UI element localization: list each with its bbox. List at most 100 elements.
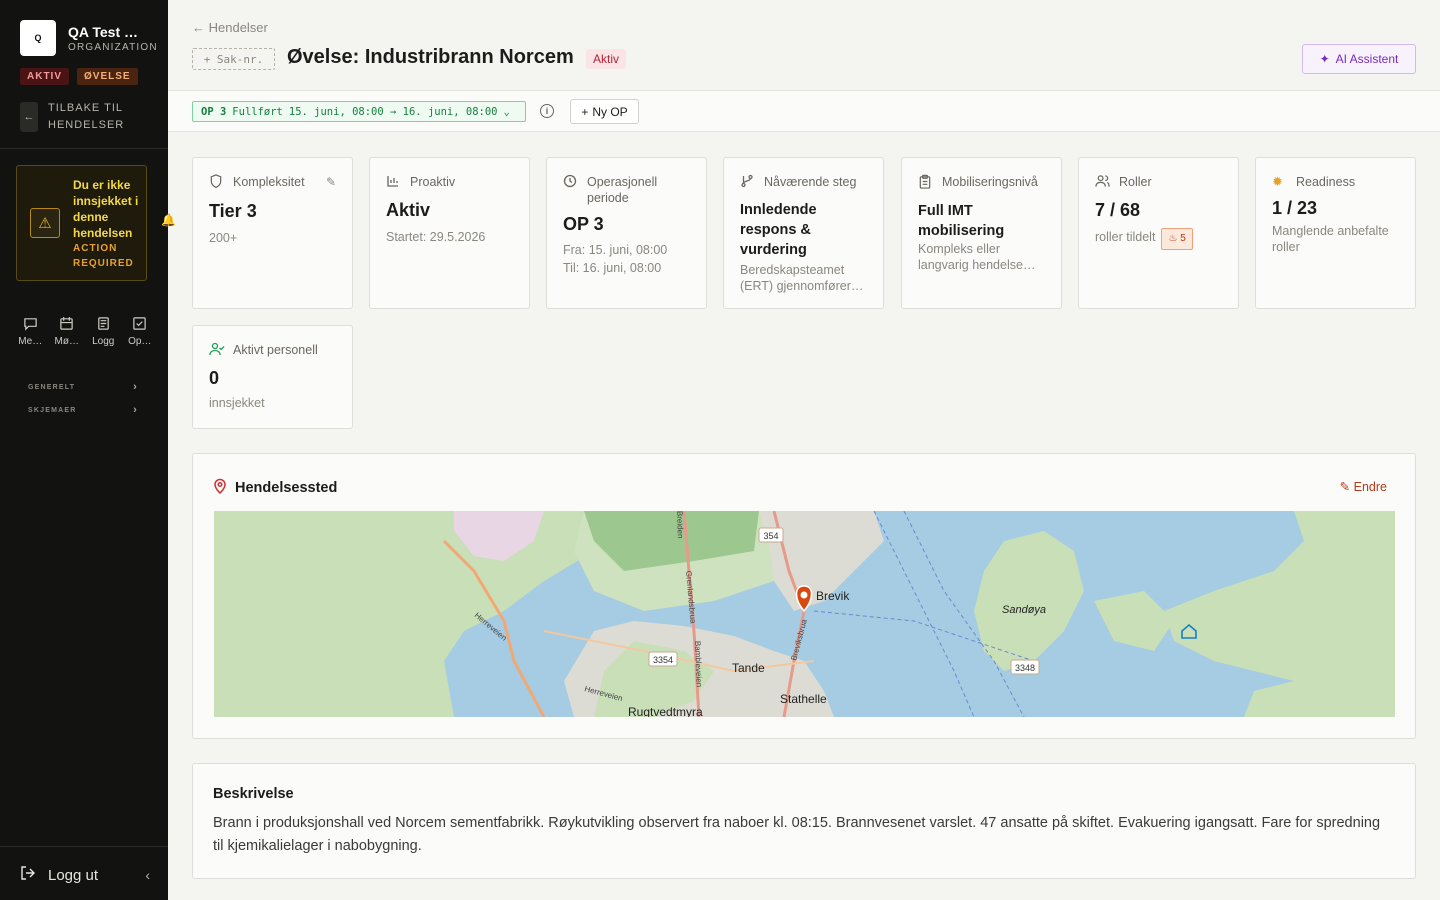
flame-icon: ♨: [1168, 233, 1178, 244]
new-op-button[interactable]: + Ny OP: [570, 99, 639, 124]
section-skjemaer[interactable]: SKJEMAER ›: [28, 404, 138, 416]
calendar-icon: [59, 316, 74, 332]
divider: [0, 846, 168, 847]
card-complexity[interactable]: Kompleksitet ✎ Tier 3 200+: [192, 157, 353, 309]
pencil-icon[interactable]: ✎: [326, 174, 336, 193]
back-to-incidents-link[interactable]: ← TILBAKE TIL HENDELSER: [20, 100, 140, 134]
status-badge: Aktiv: [586, 49, 627, 69]
card-label: Operasjonell periode: [587, 175, 658, 205]
sidebar: Q QA Test … ORGANIZATION AKTIV ØVELSE ← …: [0, 0, 176, 900]
incident-map[interactable]: 354 3354 3348 Brevik Sandøya Tande Stath…: [214, 511, 1395, 717]
card-label: Mobiliseringsnivå: [942, 175, 1038, 189]
chevron-right-icon: ›: [133, 404, 138, 416]
op-range: 15. juni, 08:00 → 16. juni, 08:00: [288, 105, 498, 118]
card-value: Innledende respons & vurdering: [740, 202, 817, 258]
description-panel: Beskrivelse Brann i produksjonshall ved …: [192, 763, 1416, 879]
section-generelt[interactable]: GENERELT ›: [28, 381, 138, 393]
card-value: Full IMT mobilisering: [918, 203, 1005, 239]
edit-location-button[interactable]: ✎ Endre: [1340, 479, 1387, 494]
fire-alert-badge[interactable]: ♨ 5: [1161, 228, 1193, 250]
shield-icon: [209, 174, 225, 193]
card-to: Til: 16. juni, 08:00: [563, 261, 662, 275]
clock-icon: [563, 174, 579, 206]
card-label: Aktivt personell: [233, 343, 318, 357]
task-check-icon: [132, 316, 147, 332]
message-icon: [23, 316, 38, 332]
info-icon[interactable]: i: [540, 104, 554, 118]
card-value: 7 / 68: [1095, 200, 1141, 220]
warning-text: Du er ikke innsjekket i denne hendelsen: [73, 178, 139, 240]
card-current-step[interactable]: Nåværende steg Innledende respons & vurd…: [723, 157, 884, 309]
card-sub: Manglende anbefalte roller: [1272, 224, 1389, 254]
ai-assistant-button[interactable]: ✦ AI Assistent: [1302, 44, 1416, 74]
logout-button[interactable]: Logg ut ‹: [20, 865, 150, 885]
users-icon: [1095, 174, 1111, 192]
divider: [0, 148, 168, 149]
card-label: Proaktiv: [410, 175, 456, 189]
map-label-town: Brevik: [816, 589, 850, 603]
checkin-warning[interactable]: ⚠ Du er ikke innsjekket i denne hendelse…: [16, 165, 147, 281]
section-label: SKJEMAER: [28, 407, 77, 414]
card-sub: Beredskapsteamet (ERT) gjennomfører…: [740, 263, 864, 293]
map-pin-icon: [213, 478, 227, 497]
card-op-period[interactable]: Operasjonell periode OP 3 Fra: 15. juni,…: [546, 157, 707, 309]
chevron-down-icon: ⌄: [503, 105, 510, 118]
chevron-right-icon: ›: [133, 381, 138, 393]
org-name: QA Test …: [68, 23, 139, 40]
nav-item-tasks[interactable]: Op…: [122, 316, 159, 347]
card-sub: Kompleks eller langvarig hendelse…: [918, 242, 1036, 272]
org-logo: Q: [20, 20, 56, 56]
card-value: OP 3: [563, 214, 604, 234]
card-label: Nåværende steg: [764, 175, 857, 189]
logout-label: Logg ut: [48, 866, 99, 884]
map-label-town: Tande: [732, 661, 765, 675]
card-label: Roller: [1119, 175, 1152, 189]
nav-label: Mø…: [54, 336, 79, 347]
map-label-street: Breiden: [675, 511, 685, 539]
badge-ovelse: ØVELSE: [77, 68, 138, 85]
warning-icon: ⚠: [30, 208, 60, 238]
op-selector[interactable]: OP 3 Fullført 15. juni, 08:00 → 16. juni…: [192, 101, 526, 122]
card-mobilization[interactable]: Mobiliseringsnivå Full IMT mobilisering …: [901, 157, 1062, 309]
org-switcher[interactable]: Q QA Test … ORGANIZATION: [20, 20, 158, 56]
map-label-town: Stathelle: [780, 692, 827, 706]
plus-icon: +: [581, 104, 589, 119]
sparkle-icon: ✦: [1319, 52, 1330, 66]
map-label-road: 3348: [1015, 663, 1035, 673]
section-label: GENERELT: [28, 384, 76, 391]
alert-count: 5: [1180, 233, 1186, 244]
logout-icon: [20, 865, 36, 885]
edit-label: Endre: [1353, 480, 1387, 494]
nav-item-meetings[interactable]: Mø…: [49, 316, 86, 347]
card-sub: 200+: [209, 231, 238, 245]
nav-item-messages[interactable]: Me…: [12, 316, 49, 347]
nav-item-log[interactable]: Logg: [85, 316, 122, 347]
map-label-town: Rugtvedtmyra: [628, 705, 703, 717]
map-label-road: 354: [763, 531, 778, 541]
card-roles[interactable]: Roller 7 / 68 roller tildelt ♨ 5: [1078, 157, 1239, 309]
map-label-street: Bambleveien: [693, 641, 704, 688]
card-value: 1 / 23: [1272, 198, 1318, 218]
map-label-island: Sandøya: [1002, 604, 1046, 616]
card-sub: innsjekket: [209, 396, 265, 410]
description-title: Beskrivelse: [213, 786, 294, 802]
warning-action: ACTION REQUIRED: [73, 243, 134, 269]
card-sub: roller tildelt: [1095, 230, 1156, 244]
case-number-button[interactable]: + Sak-nr.: [192, 48, 275, 70]
main-content: ← Hendelser + Sak-nr. Øvelse: Industribr…: [168, 0, 1440, 900]
breadcrumb[interactable]: ← Hendelser: [192, 20, 268, 35]
card-label: Kompleksitet: [233, 175, 305, 189]
sparkle-icon: ✹: [1272, 174, 1283, 189]
arrow-left-icon: ←: [20, 102, 38, 132]
description-text: Brann i produksjonshall ved Norcem semen…: [213, 815, 1381, 854]
card-sub: Startet: 29.5.2026: [386, 230, 486, 244]
card-proactive[interactable]: Proaktiv Aktiv Startet: 29.5.2026: [369, 157, 530, 309]
card-label: Readiness: [1296, 175, 1356, 189]
op-label: OP 3: [201, 105, 227, 118]
card-value: Tier 3: [209, 201, 257, 221]
new-op-label: Ny OP: [592, 104, 628, 119]
log-icon: [96, 316, 111, 332]
collapse-sidebar-icon[interactable]: ‹: [145, 867, 150, 883]
card-readiness[interactable]: ✹ Readiness 1 / 23 Manglende anbefalte r…: [1255, 157, 1416, 309]
card-personnel[interactable]: Aktivt personell 0 innsjekket: [192, 325, 353, 429]
